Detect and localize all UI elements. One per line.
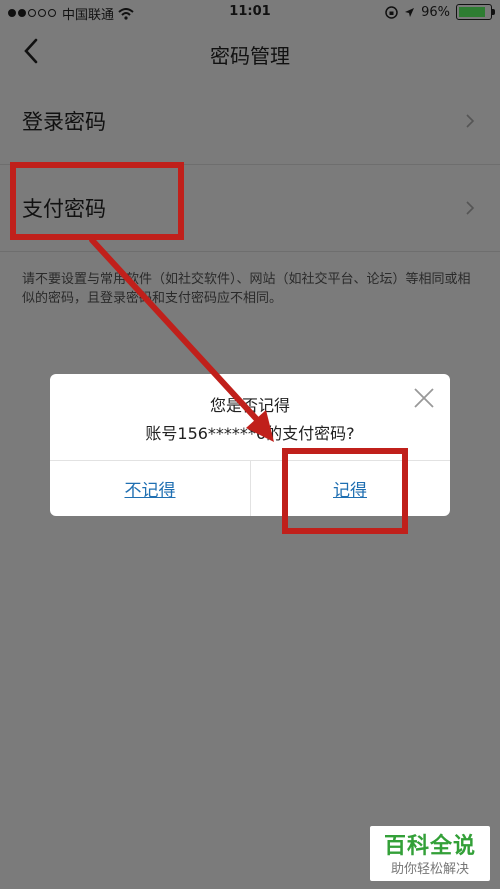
dialog-account-line: 账号156******6的支付密码? xyxy=(145,424,355,443)
battery-icon xyxy=(456,4,495,20)
highlight-box-remember xyxy=(282,448,408,534)
page-title: 密码管理 xyxy=(210,44,290,68)
battery-percent: 96% xyxy=(421,4,450,20)
highlight-box-pay-password xyxy=(10,162,184,240)
dialog-question: 您是否记得 xyxy=(209,396,290,415)
watermark-logo: 百科全说 助你轻松解决 xyxy=(370,826,490,881)
chevron-right-icon xyxy=(466,201,475,215)
chevron-right-icon xyxy=(466,114,475,128)
location-arrow-icon xyxy=(405,7,415,17)
status-bar: 中国联通 11:01 96% xyxy=(0,0,500,26)
rotation-lock-icon xyxy=(385,5,398,19)
list-item-label: 登录密码 xyxy=(22,110,106,134)
status-right: 96% xyxy=(385,4,495,20)
list-item-login-password[interactable]: 登录密码 xyxy=(0,78,500,165)
nav-bar: 密码管理 xyxy=(0,26,500,78)
dont-remember-button[interactable]: 不记得 xyxy=(50,460,250,516)
password-hint: 请不要设置与常用软件（如社交软件）、网站（如社交平台、论坛）等相同或相似的密码，… xyxy=(22,272,471,306)
watermark-slogan: 助你轻松解决 xyxy=(390,862,469,877)
watermark-brand: 百科全说 xyxy=(383,834,476,859)
